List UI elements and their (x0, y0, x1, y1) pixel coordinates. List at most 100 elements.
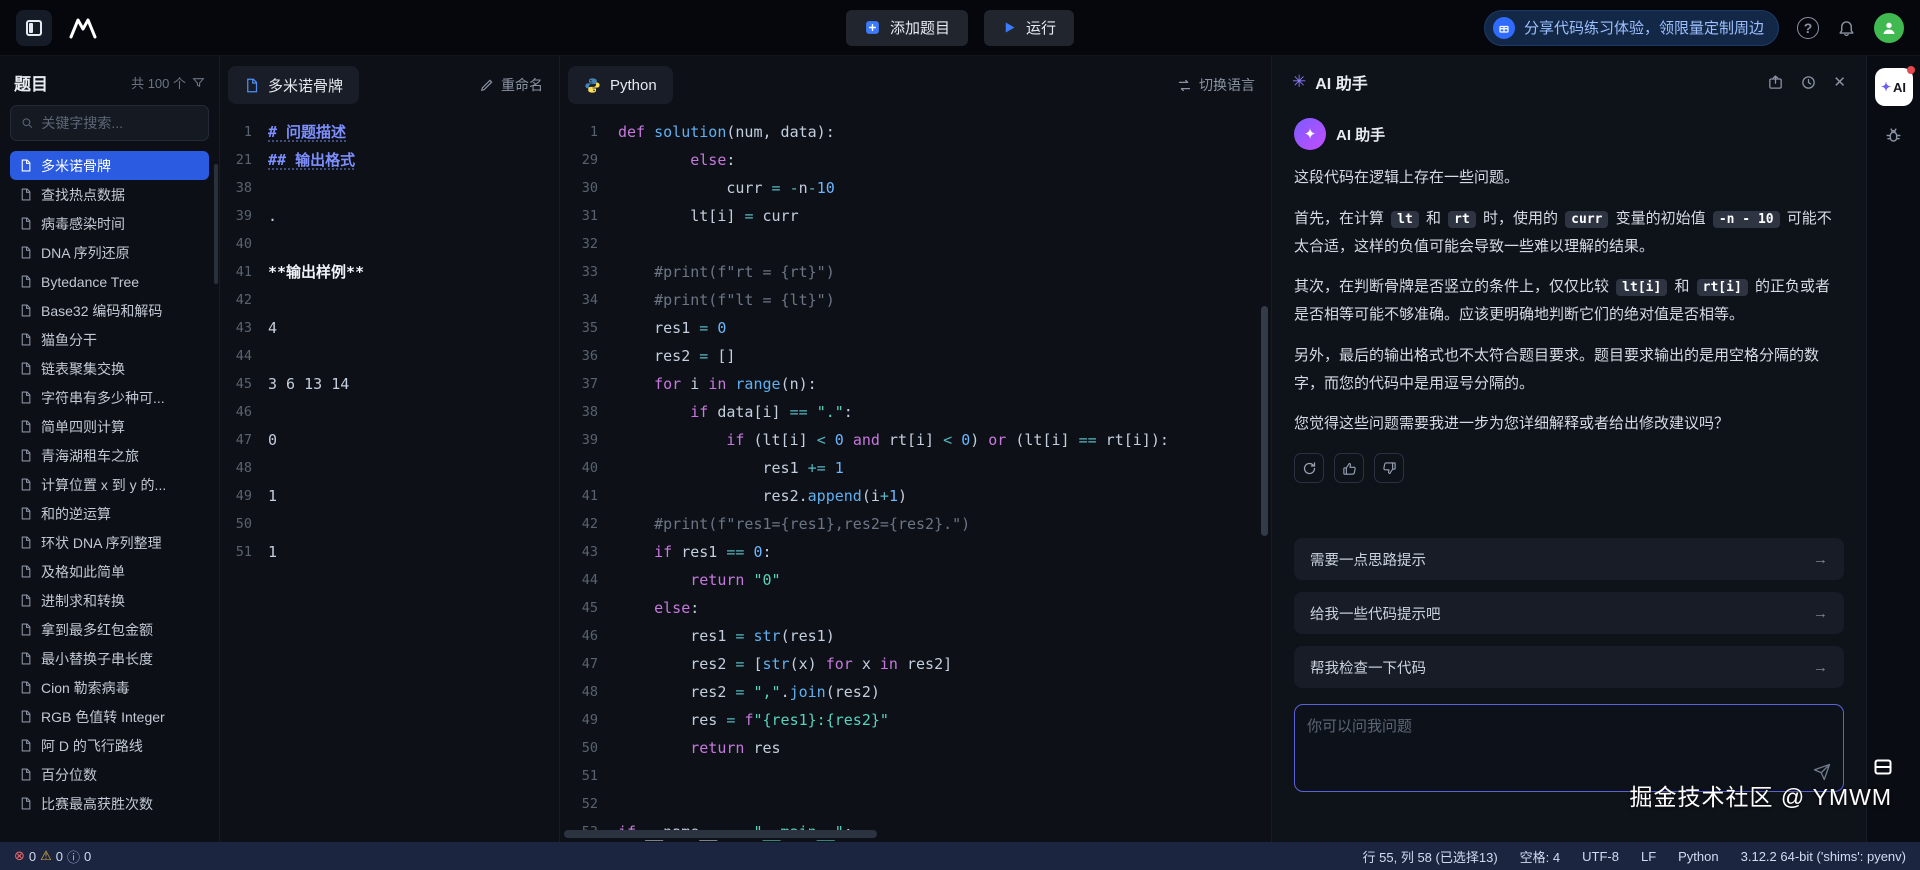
sidebar-item[interactable]: 及格如此简单 (10, 557, 209, 586)
sidebar-item[interactable]: 查找热点数据 (10, 180, 209, 209)
sidebar-item[interactable]: 进制求和转换 (10, 586, 209, 615)
sidebar-item[interactable]: Cion 勒索病毒 (10, 673, 209, 702)
history-icon[interactable] (1800, 74, 1817, 91)
ai-suggestion-button[interactable]: 给我一些代码提示吧→ (1294, 592, 1844, 634)
debug-icon[interactable] (1884, 126, 1903, 145)
document-icon (19, 681, 32, 694)
language-tab[interactable]: Python (568, 66, 673, 104)
problem-tab[interactable]: 多米诺骨牌 (228, 66, 359, 104)
regenerate-icon[interactable] (1294, 453, 1324, 483)
encoding-setting[interactable]: UTF-8 (1582, 849, 1619, 864)
sidebar-toggle-icon[interactable] (16, 10, 52, 46)
switch-language-button[interactable]: 切换语言 (1177, 75, 1255, 95)
thumbs-up-icon[interactable] (1334, 453, 1364, 483)
code-line: 37 for i in range(n): (560, 370, 1271, 398)
swap-icon (1177, 78, 1192, 93)
ai-assistant-rail-button[interactable]: ✦AI (1875, 68, 1913, 106)
sidebar-item[interactable]: DNA 序列还原 (10, 238, 209, 267)
sidebar-item[interactable]: 和的逆运算 (10, 499, 209, 528)
editor-horizontal-scrollbar[interactable] (564, 830, 877, 838)
line-number: 34 (560, 286, 618, 314)
sidebar-item-label: DNA 序列还原 (41, 243, 130, 263)
thumbs-down-icon[interactable] (1374, 453, 1404, 483)
code-line: 39 if (lt[i] < 0 and rt[i] < 0) or (lt[i… (560, 426, 1271, 454)
document-icon (19, 449, 32, 462)
sidebar-item[interactable]: 最小替换子串长度 (10, 644, 209, 673)
send-icon[interactable] (1813, 763, 1831, 781)
bell-icon[interactable] (1837, 18, 1856, 37)
problems-indicator[interactable]: ⊗ 0 ⚠ 0 ⓘ 0 (14, 847, 91, 866)
line-number: 49 (560, 706, 618, 734)
line-number: 39 (560, 426, 618, 454)
sidebar-item[interactable]: 环状 DNA 序列整理 (10, 528, 209, 557)
code-editor[interactable]: 1def solution(num, data):29 else:30 curr… (560, 108, 1271, 842)
line-number: 52 (560, 790, 618, 818)
sidebar-item[interactable]: 猫鱼分干 (10, 325, 209, 354)
code-line: 46 res1 = str(res1) (560, 622, 1271, 650)
sidebar-item-label: 链表聚集交换 (41, 359, 125, 379)
sidebar-scrollbar[interactable] (214, 164, 218, 284)
code-line: 29 else: (560, 146, 1271, 174)
code-line: 30 curr = -n-10 (560, 174, 1271, 202)
sidebar-item[interactable]: 字符串有多少种可... (10, 383, 209, 412)
code-line: 44 return "0" (560, 566, 1271, 594)
eol-setting[interactable]: LF (1641, 849, 1656, 864)
export-chat-icon[interactable] (1767, 74, 1784, 91)
code-line: 38 (220, 174, 559, 202)
ai-rail-sparkle-icon: ✦ (1881, 80, 1891, 94)
editor-vertical-scrollbar[interactable] (1261, 306, 1268, 536)
sidebar-item[interactable]: Base32 编码和解码 (10, 296, 209, 325)
sidebar-item[interactable]: 百分位数 (10, 760, 209, 789)
close-icon[interactable]: ✕ (1833, 73, 1846, 91)
ai-suggestion-button[interactable]: 帮我检查一下代码→ (1294, 646, 1844, 688)
add-question-button[interactable]: 添加题目 (846, 10, 968, 46)
help-icon[interactable]: ? (1797, 17, 1819, 39)
sidebar-item[interactable]: Bytedance Tree (10, 267, 209, 296)
topbar: 添加题目 运行 分享代码练习体验，领限量定制周边 ? (0, 0, 1920, 56)
document-icon (19, 507, 32, 520)
cursor-position[interactable]: 行 55, 列 58 (已选择13) (1363, 847, 1498, 866)
sidebar-item[interactable]: 拿到最多红包金额 (10, 615, 209, 644)
ai-input-box (1294, 704, 1844, 792)
pencil-icon (480, 78, 494, 92)
code-line: 50 return res (560, 734, 1271, 762)
line-number: 42 (560, 510, 618, 538)
ai-message-paragraph: 其次，在判断骨牌是否竖立的条件上，仅仅比较 lt[i] 和 rt[i] 的正负或… (1294, 273, 1844, 329)
sidebar-item-label: 计算位置 x 到 y 的... (41, 475, 166, 495)
sidebar-item[interactable]: 比赛最高获胜次数 (10, 789, 209, 818)
share-banner-button[interactable]: 分享代码练习体验，领限量定制周边 (1484, 10, 1779, 46)
filter-icon[interactable] (192, 76, 205, 89)
code-line: 49 res = f"{res1}:{res2}" (560, 706, 1271, 734)
ai-suggestion-label: 给我一些代码提示吧 (1310, 603, 1441, 624)
sidebar-item[interactable]: 青海湖租车之旅 (10, 441, 209, 470)
problem-source[interactable]: 1# 问题描述21## 输出格式3839.4041**输出样例**4243444… (220, 108, 559, 842)
interpreter-info[interactable]: 3.12.2 64-bit ('shims': pyenv) (1741, 849, 1906, 864)
document-icon (19, 333, 32, 346)
sidebar-item[interactable]: RGB 色值转 Integer (10, 702, 209, 731)
sidebar-item-label: 进制求和转换 (41, 591, 125, 611)
ai-suggestion-button[interactable]: 需要一点思路提示→ (1294, 538, 1844, 580)
info-icon: ⓘ (67, 847, 80, 866)
inline-code-badge: rt[i] (1697, 279, 1748, 296)
document-icon (19, 420, 32, 433)
sidebar-item[interactable]: 计算位置 x 到 y 的... (10, 470, 209, 499)
ai-input[interactable] (1307, 715, 1803, 781)
rename-button[interactable]: 重命名 (480, 75, 543, 95)
sidebar-item[interactable]: 多米诺骨牌 (10, 151, 209, 180)
sidebar-item[interactable]: 链表聚集交换 (10, 354, 209, 383)
sidebar-item-label: 和的逆运算 (41, 504, 111, 524)
search-input[interactable] (41, 115, 198, 131)
sidebar-item-label: 百分位数 (41, 765, 97, 785)
sidebar-item-label: 环状 DNA 序列整理 (41, 533, 162, 553)
run-button[interactable]: 运行 (984, 10, 1074, 46)
rename-label: 重命名 (501, 75, 543, 95)
indent-setting[interactable]: 空格: 4 (1520, 847, 1560, 866)
sidebar-item[interactable]: 病毒感染时间 (10, 209, 209, 238)
language-mode[interactable]: Python (1678, 849, 1718, 864)
user-avatar[interactable] (1874, 13, 1904, 43)
arrow-right-icon: → (1813, 551, 1828, 568)
sidebar-item[interactable]: 阿 D 的飞行路线 (10, 731, 209, 760)
sidebar-item[interactable]: 简单四则计算 (10, 412, 209, 441)
sidebar-item-label: 简单四则计算 (41, 417, 125, 437)
ai-suggestions: 需要一点思路提示→给我一些代码提示吧→帮我检查一下代码→ (1294, 538, 1844, 688)
